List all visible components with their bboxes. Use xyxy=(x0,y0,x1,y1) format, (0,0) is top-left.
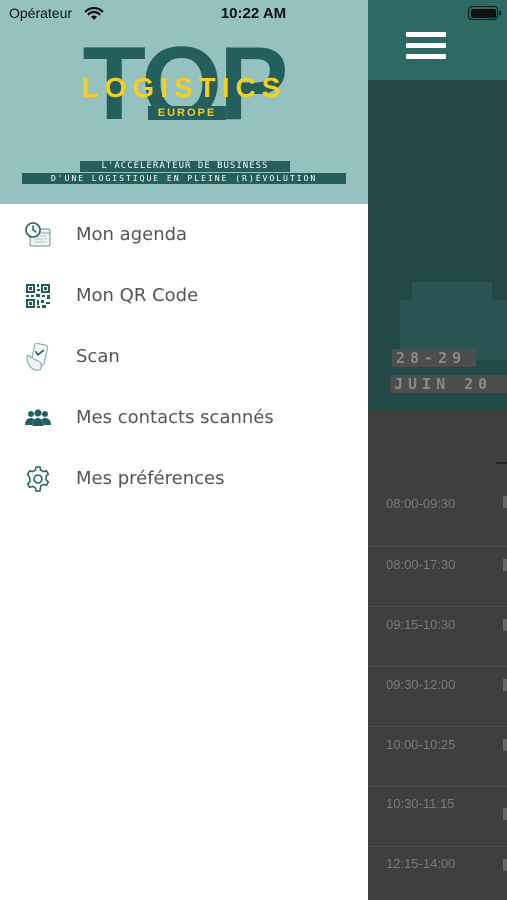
menu-item-preferences[interactable]: Mes préférences xyxy=(0,450,368,508)
contacts-group-icon xyxy=(24,404,52,432)
scan-hand-icon xyxy=(24,342,52,371)
schedule-time: 10:30-11:15 xyxy=(386,796,455,811)
menu-item-label: Mes préférences xyxy=(76,468,225,489)
status-bar: Opérateur 10:22 AM xyxy=(0,0,507,26)
menu-item-agenda[interactable]: Mon agenda xyxy=(0,206,368,264)
tab-indicator xyxy=(496,462,507,464)
schedule-time: 08:00-09:30 xyxy=(386,496,456,511)
menu-item-label: Mon agenda xyxy=(76,224,188,245)
logo-europe-badge: EUROPE xyxy=(148,106,226,120)
schedule-title-fragment xyxy=(503,679,507,691)
schedule-row[interactable] xyxy=(368,727,507,787)
schedule-time: 08:00-17:30 xyxy=(386,557,456,572)
qr-code-icon xyxy=(24,282,52,310)
menu-item-scanned-contacts[interactable]: Mes contacts scannés xyxy=(0,389,368,447)
schedule-title-fragment xyxy=(503,739,507,751)
logo-logistics-text: LOGISTICS xyxy=(81,72,287,103)
schedule-list: 08:00-09:30 08:00-17:30 09:15-10:30 09:3… xyxy=(368,410,507,900)
menu-item-scan[interactable]: Scan xyxy=(0,328,368,386)
battery-level xyxy=(470,8,496,18)
tagline-line-1: L'ACCÉLÉRATEUR DE BUSINESS xyxy=(80,161,290,172)
menu-item-qr-code[interactable]: Mon QR Code xyxy=(0,267,368,325)
tagline-line-2: D'UNE LOGISTIQUE EN PLEINE (R)ÉVOLUTION xyxy=(22,173,346,184)
navigation-drawer: TOP LOGISTICS EUROPE L'ACCÉLÉRATEUR DE B… xyxy=(0,0,368,900)
schedule-time: 12:15-14:00 xyxy=(386,856,456,871)
schedule-row[interactable] xyxy=(368,847,507,900)
schedule-row[interactable] xyxy=(368,667,507,727)
menu-item-label: Scan xyxy=(76,346,120,367)
top-logistics-logo: TOP LOGISTICS EUROPE xyxy=(60,32,308,138)
battery-icon xyxy=(468,6,501,20)
status-time: 10:22 AM xyxy=(220,5,287,22)
hamburger-line xyxy=(406,32,446,37)
schedule-title-fragment xyxy=(503,808,507,820)
schedule-row[interactable] xyxy=(368,547,507,607)
schedule-title-fragment xyxy=(503,559,507,571)
schedule-time: 09:15-10:30 xyxy=(386,617,456,632)
menu-item-label: Mes contacts scannés xyxy=(76,407,274,428)
schedule-time: 09:30-12:00 xyxy=(386,677,456,692)
hero-date-month: JUIN 20 xyxy=(390,375,507,393)
calendar-clock-icon xyxy=(24,221,52,249)
schedule-row[interactable] xyxy=(368,607,507,667)
menu-item-label: Mon QR Code xyxy=(76,285,199,306)
schedule-title-fragment xyxy=(503,859,507,871)
schedule-time: 10:00-10:25 xyxy=(386,737,456,752)
hamburger-line xyxy=(406,43,446,48)
hamburger-line xyxy=(406,54,446,59)
drawer-header: TOP LOGISTICS EUROPE L'ACCÉLÉRATEUR DE B… xyxy=(0,0,368,204)
hamburger-menu-button[interactable] xyxy=(404,30,448,62)
schedule-title-fragment xyxy=(503,619,507,631)
hero-date-days: 28-29 xyxy=(392,349,476,367)
schedule-title-fragment xyxy=(503,496,507,508)
gear-icon xyxy=(24,465,52,493)
